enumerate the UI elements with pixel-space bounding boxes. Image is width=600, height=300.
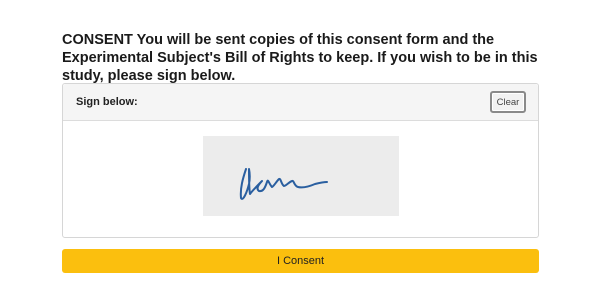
i-consent-button[interactable]: I Consent [62, 249, 539, 273]
signature-drawing [239, 168, 328, 200]
signature-pad[interactable] [203, 136, 399, 216]
signature-panel: Sign below: Clear [62, 83, 539, 238]
signature-panel-header: Sign below: Clear [63, 84, 538, 121]
consent-instructions: CONSENT You will be sent copies of this … [62, 32, 538, 84]
clear-signature-button[interactable]: Clear [490, 91, 526, 113]
signature-stroke [239, 168, 328, 200]
sign-below-label: Sign below: [76, 96, 138, 108]
